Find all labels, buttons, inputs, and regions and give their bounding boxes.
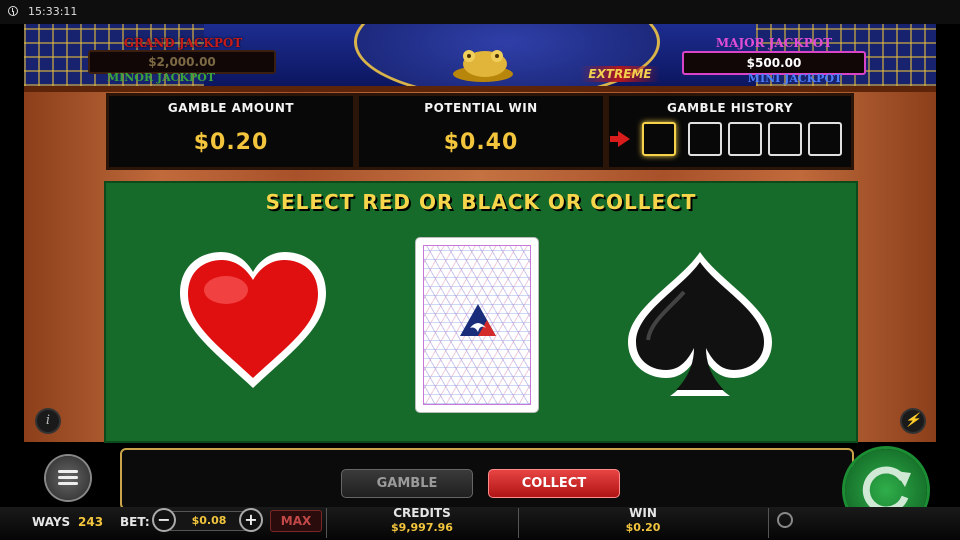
minor-jackpot-title: MINOR JACKPOT [106,71,216,84]
bet-value: $0.08 [170,511,248,531]
divider [768,508,769,538]
collect-button[interactable]: COLLECT [488,469,620,498]
potential-win-label: POTENTIAL WIN [424,101,538,115]
win-label: WIN [629,506,657,520]
major-jackpot-title: MAJOR JACKPOT [715,36,833,50]
history-slot [808,122,842,156]
divider [326,508,327,538]
clock-time: 15:33:11 [28,5,78,18]
gamble-history-label: GAMBLE HISTORY [666,101,794,115]
bet-decrease-button[interactable]: − [154,510,174,530]
gamble-amount-value: $0.20 [193,130,269,155]
history-slot [768,122,802,156]
card-logo-icon [460,304,496,336]
history-icon[interactable] [777,512,793,528]
credits-value: $9,997.96 [391,521,453,534]
toad-icon [453,50,513,82]
divider [518,508,519,538]
face-down-card [416,238,538,412]
gamble-button[interactable]: GAMBLE [341,469,473,498]
gamble-amount-panel: GAMBLE AMOUNT $0.20 [106,93,356,170]
game-logo-text: EXTREME [580,66,660,82]
gamble-prompt: SELECT RED OR BLACK OR COLLECT [265,190,697,214]
history-slot [728,122,762,156]
card-back-pattern [423,245,531,405]
credits-label: CREDITS [393,506,451,520]
wood-frame-edge [24,86,936,92]
potential-win-panel: POTENTIAL WIN $0.40 [356,93,606,170]
info-icon[interactable]: i [37,410,59,432]
control-frame [120,448,854,510]
system-status-bar [0,0,960,24]
black-spade-button[interactable] [624,248,776,402]
red-heart-button[interactable] [176,248,330,398]
history-slot [642,122,676,156]
gamble-amount-label: GAMBLE AMOUNT [167,101,295,115]
arrow-icon [610,131,630,147]
bet-increase-button[interactable]: + [241,510,261,530]
menu-icon[interactable] [46,456,90,500]
clock-icon [8,6,18,16]
bet-label: BET: [120,515,150,529]
win-value: $0.20 [625,521,661,534]
potential-win-value: $0.40 [443,130,519,155]
grand-jackpot-title: GRAND JACKPOT [123,36,243,50]
ways-label: WAYS [32,515,71,529]
ways-value: 243 [78,515,104,529]
history-slot [688,122,722,156]
turbo-icon[interactable]: ⚡ [902,410,924,432]
mini-jackpot-title: MINI JACKPOT [747,72,843,85]
max-bet-button[interactable]: MAX [270,510,322,532]
